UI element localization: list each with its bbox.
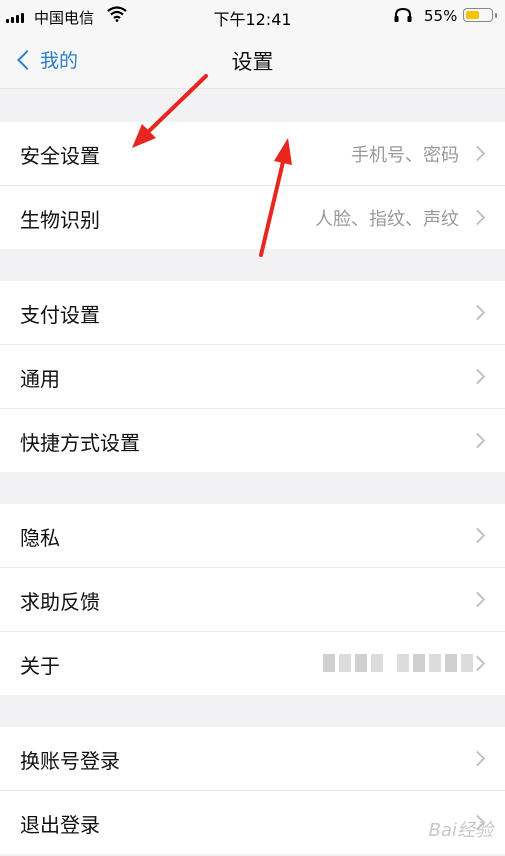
row-label: 换账号登录: [20, 749, 120, 773]
chevron-right-icon: [469, 432, 486, 449]
chevron-right-icon: [469, 304, 486, 321]
chevron-right-icon: [469, 750, 486, 767]
navigation-bar: 我的 设置: [0, 32, 505, 89]
settings-row-security[interactable]: 安全设置 手机号、密码: [0, 122, 505, 186]
row-label: 通用: [20, 367, 60, 391]
settings-group-general: 支付设置 通用 快捷方式设置: [0, 281, 505, 472]
battery-percent: 55%: [424, 7, 458, 25]
settings-row-about[interactable]: 关于: [0, 632, 505, 695]
settings-row-payment[interactable]: 支付设置: [0, 281, 505, 345]
settings-row-privacy[interactable]: 隐私: [0, 504, 505, 568]
status-bar: 中国电信 下午12:41 55%: [0, 0, 505, 32]
row-label: 安全设置: [20, 144, 100, 168]
row-label: 快捷方式设置: [20, 431, 140, 455]
row-value: 手机号、密码: [351, 145, 459, 166]
blurred-version-value: [323, 654, 473, 672]
row-label: 生物识别: [20, 208, 100, 232]
settings-group-info: 隐私 求助反馈 关于: [0, 504, 505, 695]
chevron-right-icon: [469, 145, 486, 162]
chevron-right-icon: [469, 527, 486, 544]
headphones-icon: [394, 7, 412, 22]
settings-row-switch-account[interactable]: 换账号登录: [0, 727, 505, 791]
page-title: 设置: [231, 50, 274, 74]
settings-row-shortcuts[interactable]: 快捷方式设置: [0, 409, 505, 472]
watermark-logo: Bai经验: [429, 816, 493, 842]
settings-row-biometrics[interactable]: 生物识别 人脸、指纹、声纹: [0, 186, 505, 249]
battery-icon: [463, 8, 497, 22]
settings-row-feedback[interactable]: 求助反馈: [0, 568, 505, 632]
row-label: 求助反馈: [20, 590, 100, 614]
row-value: 人脸、指纹、声纹: [315, 209, 459, 230]
row-label: 退出登录: [20, 813, 100, 837]
chevron-right-icon: [469, 591, 486, 608]
row-label: 关于: [20, 654, 60, 678]
chevron-right-icon: [469, 209, 486, 226]
watermark-text: Bai经验: [428, 820, 493, 841]
row-label: 隐私: [20, 526, 60, 550]
settings-row-general[interactable]: 通用: [0, 345, 505, 409]
settings-group-account: 安全设置 手机号、密码 生物识别 人脸、指纹、声纹: [0, 122, 505, 249]
row-label: 支付设置: [20, 303, 100, 327]
chevron-right-icon: [469, 368, 486, 385]
